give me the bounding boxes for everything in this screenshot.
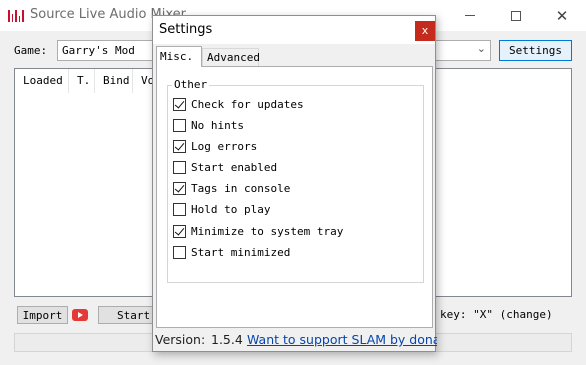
checkbox-checked[interactable]	[173, 139, 186, 153]
version-label: Version:	[155, 332, 206, 347]
option-start-minimized[interactable]: Start minimized	[173, 244, 290, 260]
relay-key-text[interactable]: key: "X" (change)	[440, 308, 553, 321]
checkbox-unchecked[interactable]	[173, 202, 186, 216]
option-start-enabled[interactable]: Start enabled	[173, 159, 277, 175]
option-label: No hints	[191, 118, 244, 132]
checkbox-unchecked[interactable]	[173, 245, 186, 259]
column-header-loaded[interactable]: Loaded	[15, 69, 69, 93]
checkbox-checked[interactable]	[173, 97, 186, 111]
chevron-down-icon: ⌄	[476, 42, 486, 55]
other-group-label: Other	[172, 78, 210, 91]
misc-tab-panel: Other Check for updates No hints Log err…	[156, 66, 433, 328]
settings-button[interactable]: Settings	[499, 40, 572, 61]
option-label: Start enabled	[191, 160, 278, 174]
tab-misc[interactable]: Misc.	[156, 46, 202, 67]
option-label: Minimize to system tray	[191, 224, 344, 238]
option-label: Tags in console	[191, 181, 291, 195]
game-label: Game:	[14, 44, 48, 57]
other-group: Other Check for updates No hints Log err…	[167, 78, 424, 283]
tab-advanced[interactable]: Advanced	[202, 48, 260, 66]
settings-title-bar: Settings x	[153, 16, 435, 44]
version-value: 1.5.4	[211, 332, 243, 347]
option-minimize-to-tray[interactable]: Minimize to system tray	[173, 223, 343, 239]
checkbox-unchecked[interactable]	[173, 118, 186, 132]
close-button[interactable]: ✕	[539, 0, 585, 31]
import-button[interactable]: Import	[17, 306, 68, 324]
maximize-button[interactable]	[493, 0, 539, 31]
option-log-errors[interactable]: Log errors	[173, 138, 257, 154]
option-hold-to-play[interactable]: Hold to play	[173, 201, 270, 217]
maximize-icon	[511, 10, 521, 21]
game-select-value: Garry's Mod	[62, 44, 135, 57]
option-check-for-updates[interactable]: Check for updates	[173, 96, 304, 112]
column-header-bind[interactable]: Bind	[95, 69, 133, 93]
option-label: Hold to play	[191, 202, 271, 216]
checkbox-checked[interactable]	[173, 181, 186, 195]
settings-footer: Version: 1.5.4 Want to support SLAM by d…	[155, 332, 437, 350]
settings-title: Settings	[159, 22, 213, 37]
option-label: Check for updates	[191, 97, 304, 111]
option-no-hints[interactable]: No hints	[173, 117, 244, 133]
option-label: Start minimized	[191, 245, 291, 259]
donate-link[interactable]: Want to support SLAM by donating?	[247, 332, 437, 347]
youtube-import-button[interactable]	[70, 307, 90, 323]
minimize-icon	[465, 15, 475, 16]
close-icon: ✕	[555, 6, 569, 25]
option-label: Log errors	[191, 139, 258, 153]
settings-close-button[interactable]: x	[415, 21, 435, 41]
settings-dialog: Settings x Misc. Advanced Other Check fo…	[152, 15, 437, 352]
option-tags-in-console[interactable]: Tags in console	[173, 180, 290, 196]
youtube-icon	[72, 309, 88, 321]
app-logo-icon	[8, 9, 24, 22]
checkbox-unchecked[interactable]	[173, 160, 186, 174]
minimize-button[interactable]	[447, 0, 493, 31]
checkbox-checked[interactable]	[173, 224, 186, 238]
column-header-trigger[interactable]: T.	[69, 69, 95, 93]
